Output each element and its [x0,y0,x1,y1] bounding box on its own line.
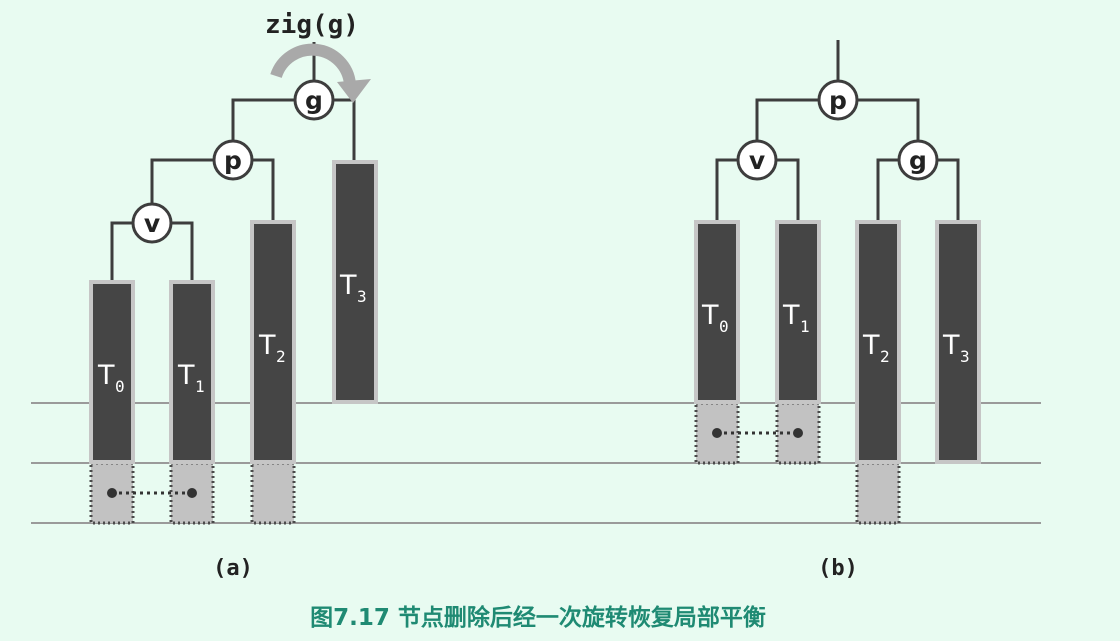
subtree-t1-name: T [782,300,800,331]
ghost-block-t2 [855,461,901,525]
subtree-t3-index: 3 [960,347,970,366]
figure-caption: 图7.17 节点删除后经一次旋转恢复局部平衡 [310,604,766,631]
subtree-t2-index: 2 [276,347,286,366]
subtree-t3: T 3 [332,160,378,404]
node-v: v [736,139,778,181]
subtree-t1-name: T [177,360,195,391]
subtree-t0: T 0 [694,220,740,404]
panel-a-label: (a) [213,556,253,581]
node-v-label: v [749,146,765,175]
connector-dot [107,488,117,498]
subtree-t0-index: 0 [115,377,125,396]
subtree-t3-name: T [339,270,357,301]
panel-a: zig(g) T 0 T 1 T 2 T 3 g p v (a) [89,10,378,581]
connector-dot [712,428,722,438]
edge-p-children [150,158,275,222]
subtree-t2-index: 2 [880,347,890,366]
node-p-label: p [224,146,242,175]
node-v: v [131,202,173,244]
node-p-label: p [829,86,847,115]
subtree-t3-name: T [942,330,960,361]
connector-dot [793,428,803,438]
subtree-t0-name: T [701,300,719,331]
node-g-label: g [909,146,927,175]
subtree-t2-name: T [258,330,276,361]
subtree-t2: T 2 [250,220,296,464]
subtree-t0: T 0 [89,280,135,464]
node-p: p [212,139,254,181]
node-v-label: v [144,209,160,238]
subtree-t3-index: 3 [357,287,367,306]
subtree-t1: T 1 [775,220,821,404]
subtree-t1: T 1 [169,280,215,464]
subtree-t3: T 3 [935,220,981,464]
node-g: g [293,79,335,121]
node-g-label: g [305,86,323,115]
figure-7-17: zig(g) T 0 T 1 T 2 T 3 g p v (a) T 0 T 1… [0,0,1120,641]
node-p: p [817,79,859,121]
subtree-t2-name: T [862,330,880,361]
ghost-block-t2 [250,461,296,525]
subtree-t2: T 2 [855,220,901,464]
panel-b-label: (b) [818,556,858,581]
subtree-t1-index: 1 [800,317,810,336]
subtree-t1-index: 1 [195,377,205,396]
subtree-t0-name: T [97,360,115,391]
panel-b: T 0 T 1 T 2 T 3 p v g (b) [694,40,981,581]
subtree-t0-index: 0 [719,317,729,336]
node-g: g [897,139,939,181]
operation-label: zig(g) [265,10,359,40]
connector-dot [187,488,197,498]
